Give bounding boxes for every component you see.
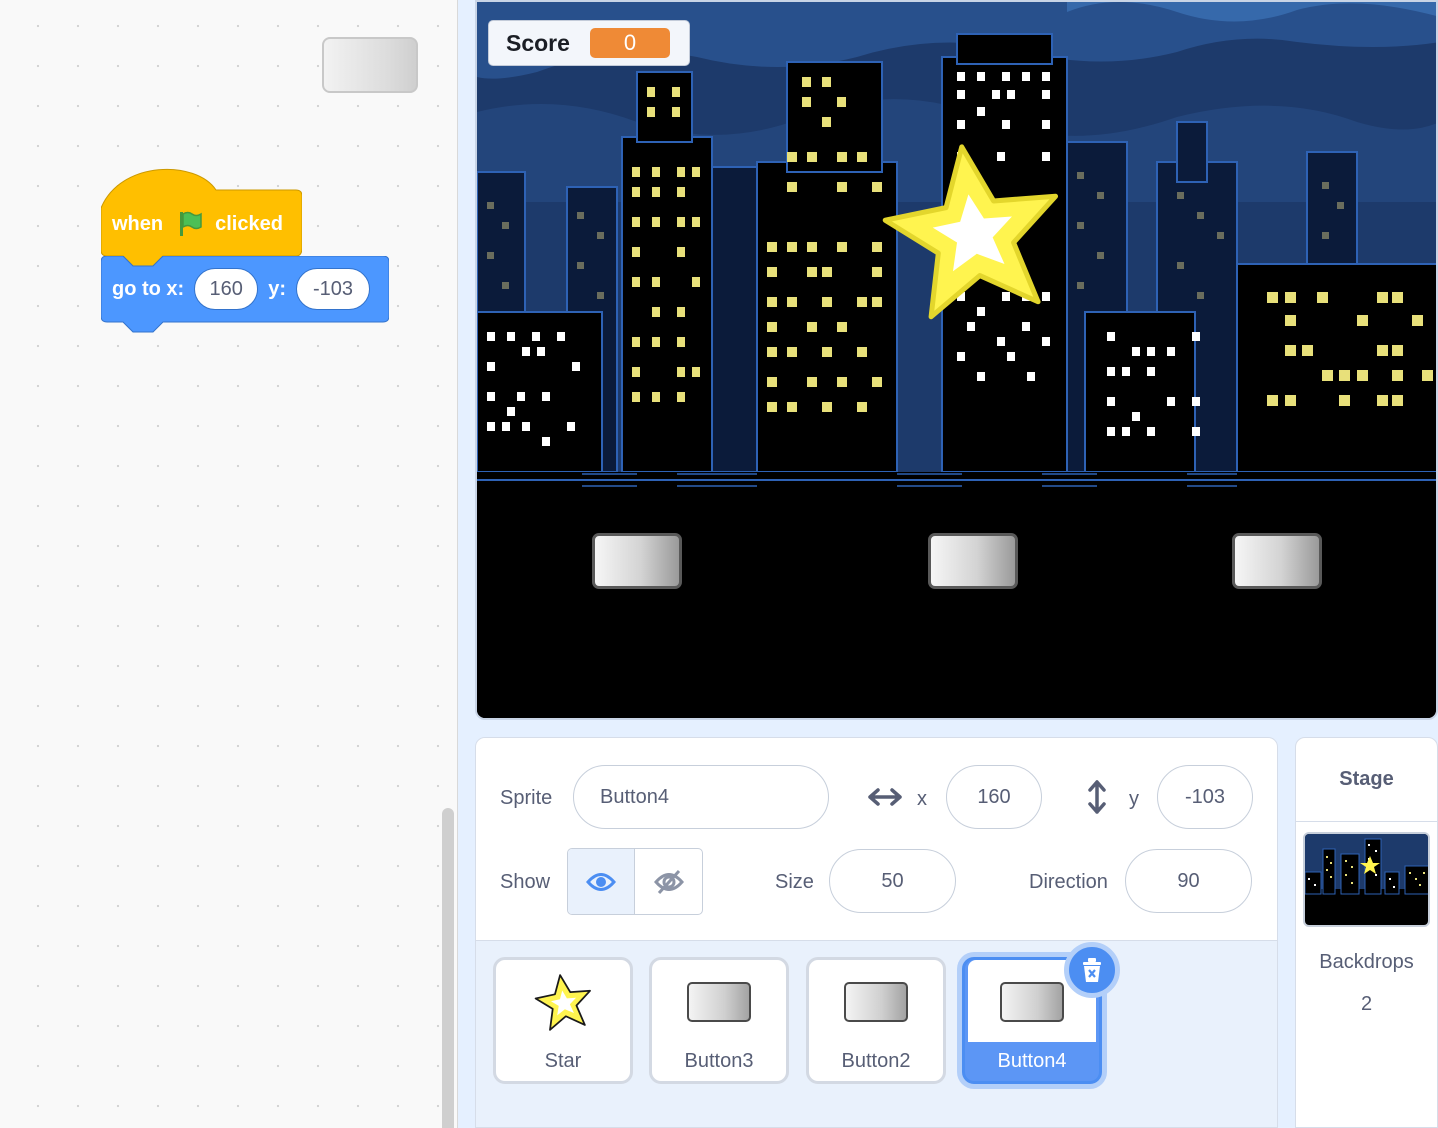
y-arrows-icon bbox=[1088, 780, 1106, 814]
sprite-info-panel: Sprite Button4 x 160 y -103 Show Size 50… bbox=[476, 738, 1277, 941]
go-to-y-label: y: bbox=[268, 277, 287, 300]
sprite-pane: Sprite Button4 x 160 y -103 Show Size 50… bbox=[475, 737, 1278, 1128]
x-arrows-icon bbox=[868, 788, 902, 806]
button-icon bbox=[1000, 982, 1064, 1022]
sprite-tile-name: Star bbox=[544, 1050, 582, 1072]
code-scrollbar-thumb[interactable] bbox=[442, 808, 454, 1128]
sprite-label: Sprite bbox=[500, 787, 553, 809]
x-label: x bbox=[917, 788, 927, 810]
show-sprite-button[interactable] bbox=[568, 849, 635, 914]
stage-selector[interactable]: Stage Backdrops 2 bbox=[1295, 737, 1438, 1128]
sprite-tile-name: Button2 bbox=[841, 1050, 911, 1072]
backdrops-count: 2 bbox=[1360, 993, 1373, 1015]
stage-button-sprite-1[interactable] bbox=[592, 533, 682, 589]
hide-sprite-button[interactable] bbox=[635, 849, 702, 914]
direction-input[interactable]: 90 bbox=[1125, 849, 1252, 913]
y-position-input[interactable]: -103 bbox=[1157, 765, 1253, 829]
stage-backdrop-thumbnail bbox=[1303, 832, 1430, 927]
sprite-tile-button2[interactable]: Button2 bbox=[806, 957, 946, 1084]
green-flag-icon bbox=[180, 211, 202, 236]
delete-sprite-button[interactable] bbox=[1064, 942, 1120, 998]
size-input[interactable]: 50 bbox=[829, 849, 956, 913]
go-to-x-label: go to x: bbox=[112, 277, 185, 300]
hat-when-label: when bbox=[112, 212, 164, 235]
sprite-tile-name: Button4 bbox=[997, 1050, 1067, 1072]
stage-selector-title: Stage bbox=[1296, 738, 1437, 822]
stage-canvas[interactable] bbox=[475, 0, 1438, 720]
sprite-tile-name: Button3 bbox=[684, 1050, 754, 1072]
eye-icon bbox=[586, 872, 616, 891]
x-position-input[interactable]: 160 bbox=[946, 765, 1042, 829]
code-sprite-thumbnail bbox=[322, 37, 418, 93]
eye-slash-icon bbox=[653, 869, 684, 894]
stage-button-sprite-2[interactable] bbox=[928, 533, 1018, 589]
go-to-x-input[interactable]: 160 bbox=[194, 268, 259, 310]
y-label: y bbox=[1129, 788, 1139, 810]
hat-clicked-label: clicked bbox=[215, 212, 283, 235]
hat-block-content: when clicked bbox=[112, 211, 283, 237]
score-label: Score bbox=[506, 29, 570, 56]
button-icon bbox=[687, 982, 751, 1022]
size-label: Size bbox=[775, 871, 814, 893]
star-icon bbox=[534, 974, 591, 1031]
stage-button-sprite-3[interactable] bbox=[1232, 533, 1322, 589]
sprite-tile-star[interactable]: Star bbox=[493, 957, 633, 1084]
backdrops-label: Backdrops bbox=[1319, 951, 1414, 973]
sprite-name-input[interactable]: Button4 bbox=[573, 765, 829, 829]
direction-label: Direction bbox=[1029, 871, 1108, 893]
score-value: 0 bbox=[589, 28, 670, 58]
button-icon bbox=[844, 982, 908, 1022]
go-to-y-input[interactable]: -103 bbox=[296, 268, 371, 310]
trash-icon bbox=[1083, 958, 1101, 982]
visibility-toggle-group bbox=[567, 848, 703, 915]
show-label: Show bbox=[500, 871, 551, 893]
sprite-tile-button3[interactable]: Button3 bbox=[649, 957, 789, 1084]
go-to-xy-content: go to x: 160 y: -103 bbox=[112, 267, 371, 311]
score-monitor[interactable]: Score 0 bbox=[488, 20, 690, 66]
